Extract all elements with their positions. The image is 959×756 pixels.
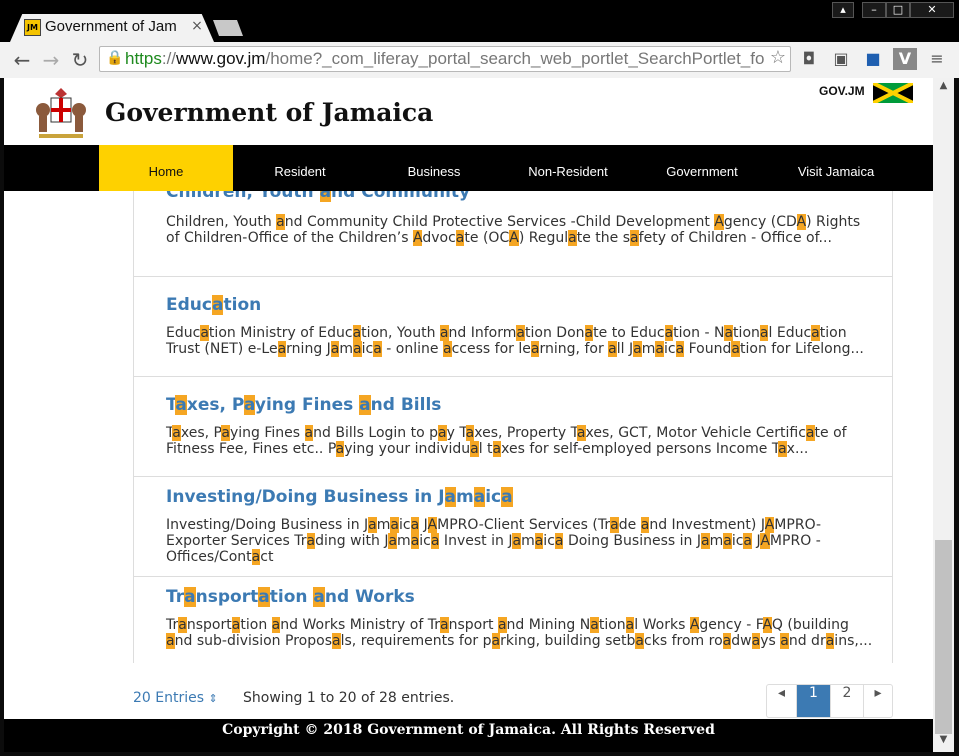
back-icon[interactable]: ← (10, 48, 34, 72)
page-2-button[interactable]: 2 (831, 685, 864, 717)
next-page-icon[interactable]: ▸ (864, 685, 892, 717)
result-snippet: Transportation and Works Ministry of Tra… (166, 617, 873, 649)
result-title-link[interactable]: Taxes, Paying Fines and Bills (166, 395, 441, 415)
entries-label: 20 Entries (133, 690, 205, 706)
result-title-link[interactable]: Investing/Doing Business in Jamaica (166, 487, 513, 507)
minimize-button[interactable]: – (862, 2, 886, 18)
nav-item-business[interactable]: Business (367, 145, 501, 191)
close-window-button[interactable]: ✕ (910, 2, 954, 18)
web-page: Government of Jamaica GOV.JM Home Reside… (4, 78, 933, 752)
forward-icon[interactable]: → (39, 48, 63, 72)
result-item: Transportation and Works Transportation … (134, 577, 892, 663)
result-item: Children, Youth and Community Children, … (134, 191, 892, 277)
site-title[interactable]: Government of Jamaica (105, 98, 433, 130)
scroll-up-arrow-icon[interactable]: ▲ (933, 80, 954, 96)
result-title-link[interactable]: Children, Youth and Community (166, 191, 470, 202)
result-snippet: Education Ministry of Education, Youth a… (166, 325, 864, 357)
result-title-link[interactable]: Education (166, 295, 261, 315)
coat-of-arms-icon[interactable] (31, 84, 91, 140)
main-navigation: Home Resident Business Non-Resident Gove… (4, 145, 933, 191)
reload-icon[interactable]: ↻ (68, 48, 92, 72)
menu-icon[interactable]: ≡ (925, 48, 949, 70)
bookmark-star-icon[interactable]: ☆ (767, 47, 789, 69)
tab-title: Government of Jam (45, 18, 177, 35)
entries-dropdown[interactable]: 20 Entries ⇕ (133, 690, 233, 710)
prev-page-icon[interactable]: ◂ (767, 685, 797, 717)
nav-item-home[interactable]: Home (99, 145, 233, 191)
scroll-thumb[interactable] (935, 540, 952, 734)
pagination: ◂ 1 2 ▸ (766, 684, 893, 718)
result-item: Education Education Ministry of Educatio… (134, 277, 892, 377)
profile-icon[interactable]: ▴ (832, 2, 854, 18)
search-results: Children, Youth and Community Children, … (133, 191, 893, 663)
url-text[interactable]: https://www.gov.jm/home?_com_liferay_por… (125, 48, 765, 70)
nav-item-non-resident[interactable]: Non-Resident (501, 145, 635, 191)
vivaldi-icon[interactable]: V (893, 48, 917, 70)
copyright-footer: Copyright © 2018 Government of Jamaica. … (4, 719, 933, 752)
nav-item-government[interactable]: Government (635, 145, 769, 191)
extension-icon[interactable]: ▣ (829, 48, 853, 70)
lock-icon: 🔒 (106, 50, 124, 66)
result-item: Taxes, Paying Fines and Bills Taxes, Pay… (134, 377, 892, 477)
scroll-down-arrow-icon[interactable]: ▼ (933, 734, 954, 750)
nav-item-visit-jamaica[interactable]: Visit Jamaica (769, 145, 903, 191)
site-header: Government of Jamaica GOV.JM (4, 78, 933, 145)
page-1-button[interactable]: 1 (797, 685, 831, 717)
result-snippet: Children, Youth and Community Child Prot… (166, 214, 861, 246)
result-snippet: Investing/Doing Business in Jamaica JAMP… (166, 517, 822, 565)
nav-item-resident[interactable]: Resident (233, 145, 367, 191)
jamaica-flag-icon[interactable] (873, 83, 913, 103)
result-snippet: Taxes, Paying Fines and Bills Login to p… (166, 425, 847, 457)
sort-arrows-icon: ⇕ (208, 692, 218, 705)
maximize-button[interactable]: □ (886, 2, 910, 18)
browser-window: JM Government of Jam × ▴ – □ ✕ ← → ↻ 🔒 h… (0, 0, 959, 756)
camera-icon[interactable]: ◘ (797, 48, 821, 70)
gov-jm-label[interactable]: GOV.JM (819, 84, 874, 100)
result-item: Investing/Doing Business in Jamaica Inve… (134, 477, 892, 577)
favicon-icon: JM (24, 19, 41, 36)
save-icon[interactable]: ■ (861, 48, 885, 70)
tab-close-icon[interactable]: × (190, 19, 204, 33)
showing-text: Showing 1 to 20 of 28 entries. (243, 690, 455, 706)
result-title-link[interactable]: Transportation and Works (166, 587, 415, 607)
